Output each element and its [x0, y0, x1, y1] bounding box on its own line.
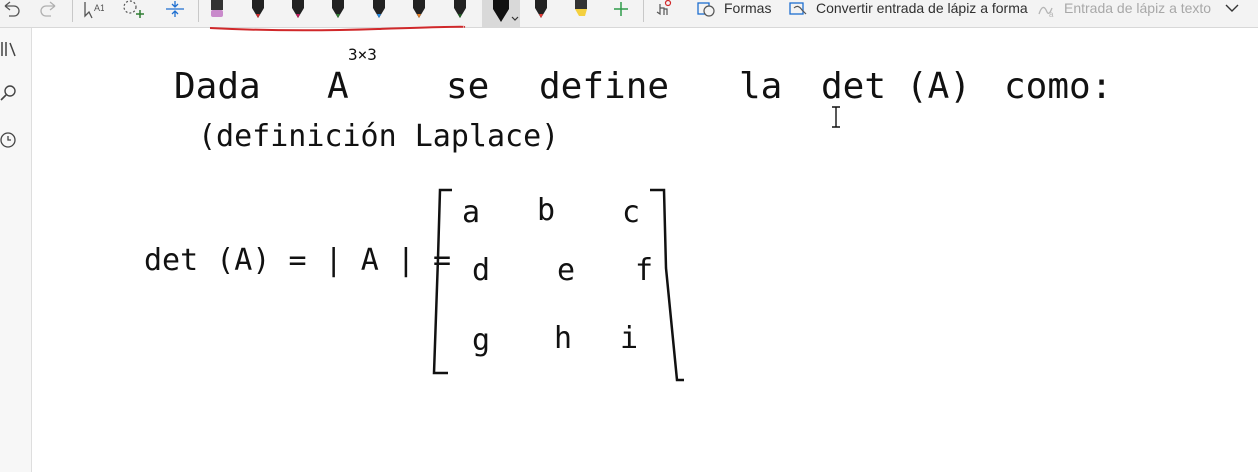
entry-c: c	[622, 195, 640, 230]
word-a: A	[327, 66, 349, 107]
chevron-down-icon[interactable]	[1222, 0, 1242, 27]
exponent-3x3: 3×3	[348, 45, 377, 64]
matrix-entries: a b c d e f g h i	[462, 193, 653, 358]
entry-f: f	[635, 253, 653, 288]
touch-draw-icon[interactable]	[652, 0, 674, 27]
entry-d: d	[472, 253, 490, 288]
ink-to-text-button: Entrada de lápiz a texto	[1064, 0, 1212, 16]
line-1: Dada A 3×3 se define la det (A) como:	[174, 45, 1112, 107]
library-icon[interactable]	[0, 40, 20, 60]
green-pen-icon[interactable]	[330, 0, 346, 20]
svg-text:A1: A1	[94, 3, 104, 13]
ink-toolbar: A1 Formas Convertir entrada de lápiz a f…	[0, 0, 1258, 28]
handwritten-ink: Dada A 3×3 se define la det (A) como: (d…	[144, 45, 1112, 382]
entry-b: b	[537, 193, 555, 228]
lasso-select-text-icon[interactable]: A1	[82, 0, 104, 27]
shapes-icon[interactable]	[696, 0, 716, 27]
separator	[198, 0, 199, 22]
red-pen-icon[interactable]	[250, 0, 266, 20]
undo-icon[interactable]	[0, 0, 22, 27]
ink-to-shape-button[interactable]: Convertir entrada de lápiz a forma	[816, 0, 1028, 16]
entry-i: i	[620, 321, 638, 356]
orange-pen-icon[interactable]	[411, 0, 427, 20]
entry-g: g	[472, 323, 490, 358]
entry-e: e	[557, 253, 575, 288]
word-como: como:	[1004, 66, 1112, 107]
dark-green-pen-icon[interactable]	[452, 0, 468, 20]
right-bracket	[650, 188, 684, 382]
magenta-pen-icon[interactable]	[290, 0, 306, 20]
separator	[72, 0, 73, 22]
ink-to-shape-icon[interactable]	[788, 0, 810, 27]
word-dada: Dada	[174, 66, 261, 107]
black-pen-selected-button[interactable]	[482, 0, 520, 27]
redo-icon[interactable]	[38, 0, 60, 27]
pink-highlighter-icon[interactable]	[209, 0, 225, 20]
word-se: se	[446, 66, 489, 107]
shapes-button[interactable]: Formas	[724, 0, 771, 16]
line-2-laplace: (definición Laplace)	[198, 119, 559, 154]
det-equals-abs: det (A) = | A | =	[144, 243, 451, 278]
yellow-highlighter-icon[interactable]	[573, 0, 589, 20]
text-cursor-icon	[832, 106, 840, 128]
left-sidebar	[0, 28, 32, 472]
word-a-paren: (A)	[906, 66, 971, 107]
separator	[643, 0, 644, 22]
add-pen-icon[interactable]	[611, 0, 631, 27]
word-det: det	[821, 66, 886, 107]
ink-to-text-icon: a	[1036, 0, 1058, 27]
entry-a: a	[462, 195, 480, 230]
entry-h: h	[554, 321, 572, 356]
left-bracket	[432, 188, 452, 375]
red-pen-2-icon[interactable]	[533, 0, 549, 20]
search-icon[interactable]	[0, 84, 20, 104]
blue-pen-icon[interactable]	[371, 0, 387, 20]
word-define: define	[539, 66, 669, 107]
recent-clock-icon[interactable]	[0, 130, 20, 150]
insert-space-icon[interactable]	[164, 0, 186, 27]
lasso-add-icon[interactable]	[120, 0, 146, 27]
word-la: la	[739, 66, 782, 107]
note-canvas[interactable]: Dada A 3×3 se define la det (A) como: (d…	[32, 28, 1258, 472]
svg-text:a: a	[1049, 10, 1054, 19]
